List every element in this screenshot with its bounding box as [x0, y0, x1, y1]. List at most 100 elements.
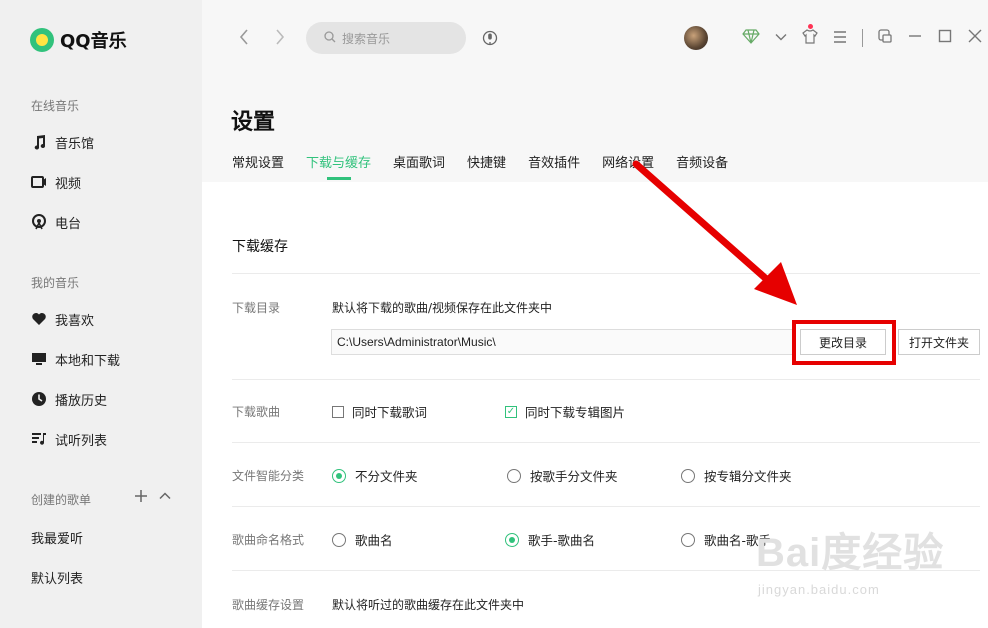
qq-music-logo-icon [30, 28, 54, 52]
sidebar-item-radio[interactable]: 电台 [31, 212, 81, 232]
heart-icon [31, 311, 47, 327]
tab-network[interactable]: 网络设置 [602, 152, 654, 180]
top-bar: 搜索音乐 [202, 0, 988, 76]
header-divider [862, 29, 863, 47]
cache-label: 歌曲缓存设置 [232, 598, 305, 612]
chevron-down-icon[interactable] [774, 29, 788, 48]
naming-format-label: 歌曲命名格式 [232, 533, 305, 547]
radio-unselected-icon [507, 468, 521, 483]
sidebar-item-label: 电台 [55, 216, 82, 232]
smart-classify-label: 文件智能分类 [232, 469, 305, 483]
radio-unselected-icon [681, 468, 695, 483]
radio-selected-icon [505, 532, 519, 547]
download-album-art-checkbox[interactable]: ✓ 同时下载专辑图片 [505, 402, 625, 421]
header-actions [742, 28, 983, 48]
radio-selected-icon [332, 468, 346, 483]
mini-mode-icon[interactable] [877, 28, 893, 48]
tab-shortcuts[interactable]: 快捷键 [467, 152, 506, 180]
add-icon[interactable] [134, 488, 148, 507]
cache-desc: 默认将听过的歌曲缓存在此文件夹中 [332, 598, 525, 612]
divider [232, 273, 980, 274]
radio-unselected-icon [681, 532, 695, 547]
download-dir-desc: 默认将下载的歌曲/视频保存在此文件夹中 [332, 301, 553, 315]
video-icon [31, 174, 47, 190]
option-label: 同时下载歌词 [352, 405, 428, 420]
option-label: 歌手-歌曲名 [528, 533, 596, 548]
section-title: 下载缓存 [232, 239, 288, 255]
chevron-up-icon[interactable] [158, 488, 172, 507]
divider [232, 379, 980, 380]
checkbox-unchecked-icon [332, 405, 344, 418]
option-label: 按专辑分文件夹 [704, 469, 792, 484]
divider [232, 506, 980, 507]
radio-icon [31, 214, 47, 230]
page-title: 设置 [231, 110, 276, 135]
annotation-highlight-box [792, 320, 896, 365]
settings-tabs: 常规设置 下载与缓存 桌面歌词 快捷键 音效插件 网络设置 音频设备 [232, 152, 728, 180]
monitor-icon [31, 351, 47, 367]
checkbox-checked-icon: ✓ [505, 405, 517, 418]
section-created-playlists: 创建的歌单 [31, 493, 92, 507]
music-note-icon [31, 134, 47, 150]
search-input[interactable]: 搜索音乐 [306, 22, 466, 54]
option-label: 不分文件夹 [355, 469, 418, 484]
sidebar: QQ音乐 在线音乐 音乐馆 视频 电台 我的音乐 我喜欢 本地和下载 播放历史 … [0, 0, 202, 628]
radio-no-folder[interactable]: 不分文件夹 [332, 466, 418, 485]
sidebar-playlist-item[interactable]: 我最爱听 [31, 528, 83, 547]
diamond-icon[interactable] [742, 28, 760, 48]
sidebar-item-label: 试听列表 [55, 433, 108, 449]
close-icon[interactable] [967, 28, 983, 48]
divider [232, 442, 980, 443]
option-label: 按歌手分文件夹 [530, 469, 618, 484]
download-path-field[interactable]: C:\Users\Administrator\Music\ [331, 329, 793, 355]
radio-folder-by-artist[interactable]: 按歌手分文件夹 [507, 466, 618, 485]
radio-folder-by-album[interactable]: 按专辑分文件夹 [681, 466, 792, 485]
search-placeholder: 搜索音乐 [342, 31, 391, 46]
sidebar-item-label: 播放历史 [55, 393, 108, 409]
menu-icon[interactable] [832, 29, 848, 48]
watermark-url: jingyan.baidu.com [758, 582, 880, 597]
radio-song-name[interactable]: 歌曲名 [332, 530, 393, 549]
download-lyrics-checkbox[interactable]: 同时下载歌词 [332, 402, 427, 421]
open-folder-button[interactable]: 打开文件夹 [898, 329, 980, 355]
sidebar-item-video[interactable]: 视频 [31, 172, 81, 192]
section-my-music: 我的音乐 [31, 276, 80, 290]
sidebar-item-local-download[interactable]: 本地和下载 [31, 349, 120, 369]
tab-audio-device[interactable]: 音频设备 [676, 152, 728, 180]
settings-header: 设置 常规设置 下载与缓存 桌面歌词 快捷键 音效插件 网络设置 音频设备 [202, 76, 988, 182]
user-avatar[interactable] [684, 26, 708, 50]
download-song-label: 下载歌曲 [232, 405, 281, 419]
history-nav [238, 28, 286, 51]
voice-search-icon[interactable] [482, 29, 498, 47]
sidebar-item-favorites[interactable]: 我喜欢 [31, 309, 94, 329]
minimize-icon[interactable] [907, 28, 923, 48]
sidebar-item-label: 本地和下载 [55, 353, 121, 369]
app-logo[interactable]: QQ音乐 [30, 27, 127, 53]
back-arrow-icon[interactable] [238, 28, 250, 51]
sidebar-playlist-item[interactable]: 默认列表 [31, 568, 83, 587]
radio-artist-song[interactable]: 歌手-歌曲名 [505, 530, 595, 549]
tab-general[interactable]: 常规设置 [232, 152, 284, 180]
sidebar-item-trial-list[interactable]: 试听列表 [31, 429, 107, 449]
sidebar-item-label: 我喜欢 [55, 313, 95, 329]
option-label: 歌曲名 [355, 533, 393, 548]
sidebar-item-music-hall[interactable]: 音乐馆 [31, 132, 94, 152]
watermark-logo: Bai度经验 [756, 531, 945, 575]
app-name: QQ音乐 [60, 31, 127, 52]
tab-download-cache[interactable]: 下载与缓存 [306, 152, 371, 180]
skin-shirt-icon[interactable] [802, 28, 818, 48]
search-icon [324, 30, 336, 46]
download-dir-label: 下载目录 [232, 301, 281, 315]
playlist-icon [31, 431, 47, 447]
maximize-icon[interactable] [937, 28, 953, 48]
sidebar-item-play-history[interactable]: 播放历史 [31, 389, 107, 409]
radio-unselected-icon [332, 532, 346, 547]
section-online-music: 在线音乐 [31, 99, 80, 113]
forward-arrow-icon[interactable] [274, 28, 286, 51]
option-label: 同时下载专辑图片 [525, 405, 626, 420]
watermark: Bai度经验 jingyan.baidu.com [756, 520, 976, 610]
clock-icon [31, 391, 47, 407]
tab-sound-plugins[interactable]: 音效插件 [528, 152, 580, 180]
tab-desktop-lyrics[interactable]: 桌面歌词 [393, 152, 445, 180]
sidebar-item-label: 视频 [55, 176, 82, 192]
